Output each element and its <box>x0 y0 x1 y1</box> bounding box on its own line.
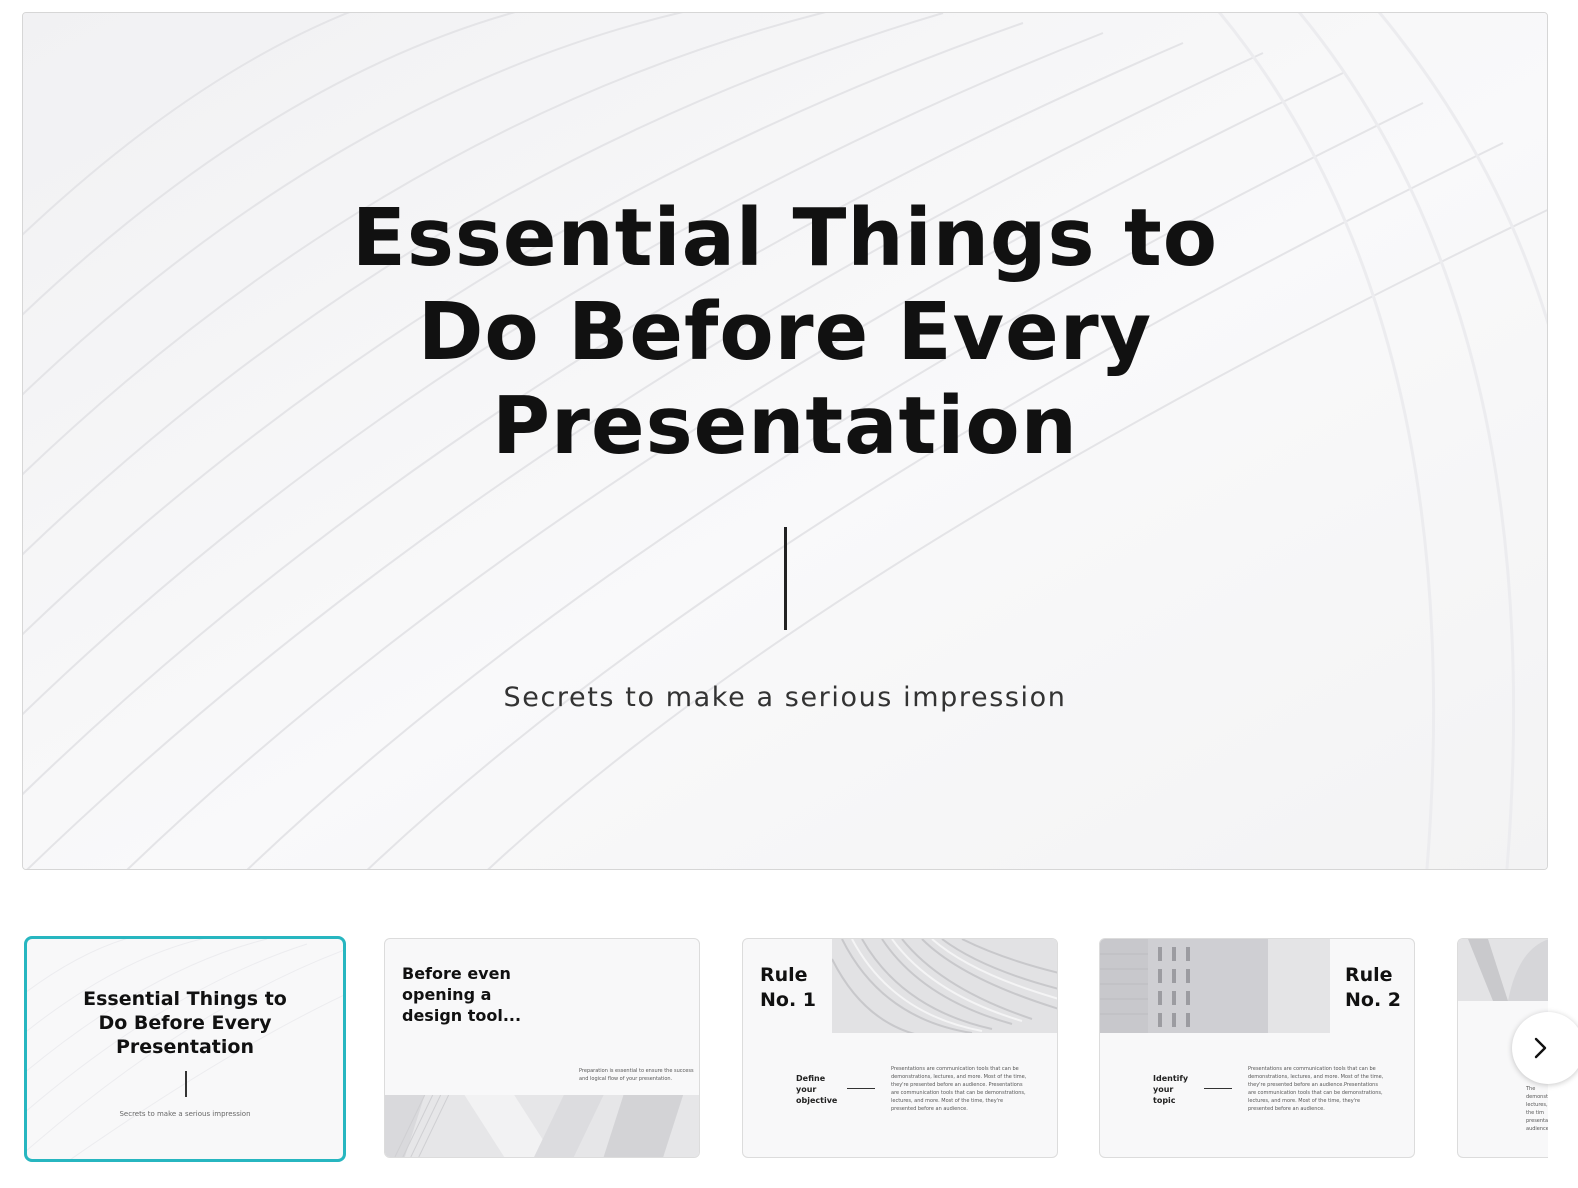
thumbnail-body-text: Presentations are communication tools th… <box>891 1066 1027 1112</box>
thumbnail-divider <box>185 1071 187 1097</box>
thumbnail-label: Identify your topic <box>1153 1074 1189 1105</box>
slide-thumbnail-strip: Essential Things to Do Before Every Pres… <box>0 936 1578 1162</box>
thumbnail-dash <box>847 1088 875 1089</box>
slide-thumbnail-3[interactable]: Rule No. 1 Define your objective Present… <box>742 938 1058 1158</box>
thumbnail-dash <box>1204 1088 1232 1089</box>
slide-thumbnail-4[interactable]: Rule No. 2 Identify your topic Presentat… <box>1099 938 1415 1158</box>
thumbnail-image <box>385 1095 699 1157</box>
thumbnail-body-text: The demonstr lectures, of the tim presen… <box>1526 1086 1548 1132</box>
thumbnail-title: Essential Things to Do Before Every Pres… <box>83 988 287 1058</box>
chevron-right-icon <box>1534 1037 1547 1059</box>
slide-thumbnail-2[interactable]: Before even opening a design tool... Pre… <box>384 938 700 1158</box>
thumbnail-image <box>1458 939 1548 1001</box>
thumbnail-body-text: Presentations are communication tools th… <box>1248 1066 1384 1112</box>
next-slides-button[interactable] <box>1512 1012 1578 1084</box>
thumbnail-title: Rule No. 1 <box>760 964 817 1011</box>
slide-title: Essential Things to Do Before Every Pres… <box>351 192 1219 472</box>
thumbnail-body-text: Preparation is essential to ensure the s… <box>579 1068 694 1082</box>
thumbnail-label: Define your objective <box>796 1074 838 1105</box>
main-slide-preview[interactable]: Essential Things to Do Before Every Pres… <box>22 12 1548 870</box>
slide-thumbnail-1[interactable]: Essential Things to Do Before Every Pres… <box>24 936 346 1162</box>
thumbnail-image <box>832 939 1057 1033</box>
slide-divider <box>783 527 787 630</box>
thumbnail-title: Before even opening a design tool... <box>402 964 522 1025</box>
thumbnail-image <box>1100 939 1330 1033</box>
thumbnail-subtitle: Secrets to make a serious impression <box>119 1110 251 1118</box>
slide-subtitle: Secrets to make a serious impression <box>503 682 1067 713</box>
thumbnail-title: Rule No. 2 <box>1345 964 1402 1011</box>
